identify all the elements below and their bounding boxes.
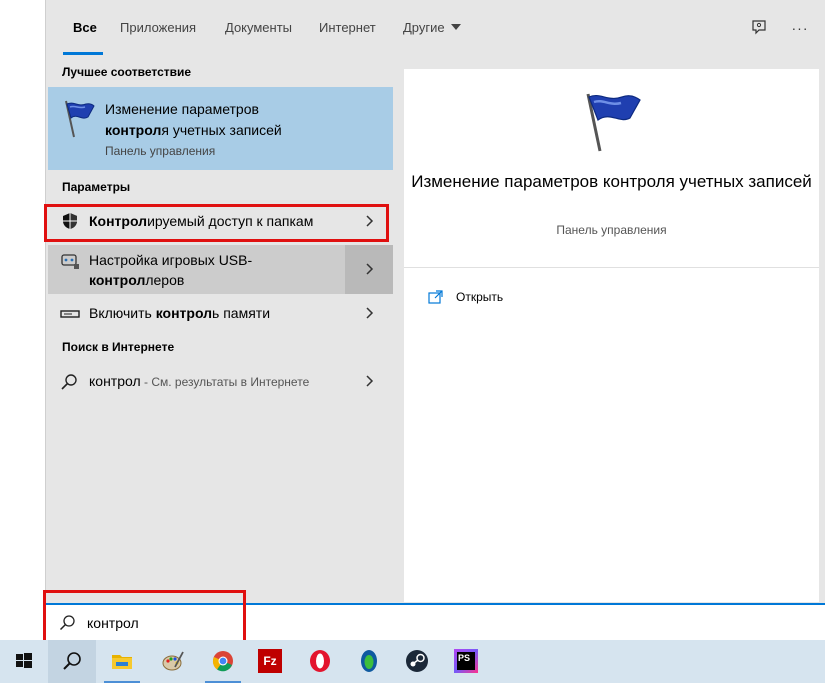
best-match-title-rest: я учетных записей: [161, 122, 282, 138]
phpstorm-glyph: PS: [457, 652, 475, 670]
uac-flag-icon: [586, 93, 641, 152]
feedback-icon[interactable]: [747, 16, 771, 40]
memory-icon: [60, 310, 80, 318]
best-match-title-bold: контрол: [105, 122, 162, 138]
label-bold: Контрол: [89, 213, 148, 229]
taskbar-app[interactable]: [345, 640, 393, 683]
search-icon: [59, 615, 75, 631]
steam-icon: [406, 650, 428, 672]
tab-documents[interactable]: Документы: [225, 20, 292, 40]
taskbar-paint[interactable]: [149, 640, 197, 683]
section-settings: Параметры: [62, 180, 131, 194]
desktop-edge: [0, 0, 45, 640]
taskbar-steam[interactable]: [393, 640, 441, 683]
shield-icon: [63, 213, 77, 229]
label-bold: контрол: [89, 272, 146, 288]
tab-other[interactable]: Другие: [403, 20, 461, 40]
preview-title: Изменение параметров контроля учетных за…: [411, 172, 812, 191]
search-input[interactable]: [87, 612, 387, 634]
chevron-right-icon: [366, 263, 374, 275]
best-match-item[interactable]: Изменение параметров контроля учетных за…: [48, 87, 393, 170]
tab-web[interactable]: Интернет: [319, 20, 376, 40]
preview-subtitle: Панель управления: [556, 223, 667, 237]
chevron-right-icon[interactable]: [363, 215, 375, 227]
file-explorer-icon: [112, 655, 132, 669]
settings-item-label: Настройка игровых USB- контроллеров: [89, 250, 252, 290]
section-best-match: Лучшее соответствие: [62, 65, 192, 79]
start-icon: [16, 653, 32, 668]
settings-item-usb-controllers[interactable]: Настройка игровых USB- контроллеров: [48, 245, 393, 294]
taskbar-phpstorm[interactable]: PS: [442, 640, 490, 683]
paint-icon: [162, 651, 184, 671]
open-label: Открыть: [456, 290, 504, 304]
divider: [404, 267, 819, 268]
best-match-subtitle: Панель управления: [105, 144, 216, 158]
taskbar-opera[interactable]: [296, 640, 344, 683]
tab-apps[interactable]: Приложения: [120, 20, 196, 40]
settings-item-label: Контролируемый доступ к папкам: [89, 211, 313, 231]
opera-icon: [310, 650, 330, 672]
label-rest: леров: [145, 272, 185, 288]
label-bold: контрол: [155, 305, 213, 321]
tab-other-label: Другие: [403, 20, 445, 35]
chevron-right-icon[interactable]: [363, 307, 375, 319]
results-list: Лучшее соответствие Изменение параметров…: [46, 57, 393, 602]
open-icon: [428, 290, 443, 304]
expand-arrow-button[interactable]: [345, 245, 393, 294]
best-match-title-line1: Изменение параметров: [105, 101, 259, 117]
uac-flag-icon: [65, 100, 95, 138]
more-icon[interactable]: ···: [788, 16, 812, 40]
phpstorm-icon: PS: [454, 649, 478, 673]
label-line1: Настройка игровых USB-: [89, 252, 253, 268]
search-panel: Все Приложения Документы Интернет Другие…: [45, 0, 825, 640]
taskbar-chrome[interactable]: [199, 640, 247, 683]
filezilla-icon: Fz: [258, 649, 282, 673]
usb-gamepad-icon: [61, 254, 79, 269]
start-button[interactable]: [0, 640, 48, 683]
taskbar-file-explorer[interactable]: [98, 640, 146, 683]
active-tab-indicator: [63, 52, 103, 55]
tab-all[interactable]: Все: [73, 20, 97, 40]
web-search-hint: - См. результаты в Интернете: [140, 375, 310, 389]
web-search-item[interactable]: контрол - См. результаты в Интернете: [48, 362, 393, 402]
app-icon: [361, 650, 377, 672]
best-match-title: Изменение параметров контроля учетных за…: [105, 99, 385, 141]
chrome-icon: [212, 651, 233, 672]
chevron-right-icon[interactable]: [363, 375, 375, 387]
chevron-down-icon: [450, 24, 461, 30]
search-icon: [63, 652, 81, 670]
search-bar: [45, 603, 825, 640]
web-search-query: контрол: [89, 373, 141, 389]
section-web-search: Поиск в Интернете: [62, 340, 175, 354]
label-pre: Включить: [89, 305, 156, 321]
preview-pane: Изменение параметров контроля учетных за…: [404, 69, 819, 602]
search-icon: [61, 374, 77, 390]
label-rest: ируемый доступ к папкам: [147, 213, 314, 229]
settings-item-folder-access[interactable]: Контролируемый доступ к папкам: [48, 199, 393, 244]
label-rest: ь памяти: [212, 305, 271, 321]
taskbar-search-button[interactable]: [48, 640, 96, 683]
taskbar: Fz PS: [0, 640, 825, 683]
settings-item-storage-sense[interactable]: Включить контроль памяти: [48, 294, 393, 334]
filter-tabs: Все Приложения Документы Интернет Другие…: [46, 0, 825, 57]
settings-item-label: Включить контроль памяти: [89, 303, 270, 323]
taskbar-filezilla[interactable]: Fz: [246, 640, 294, 683]
web-search-label: контрол - См. результаты в Интернете: [89, 371, 309, 392]
